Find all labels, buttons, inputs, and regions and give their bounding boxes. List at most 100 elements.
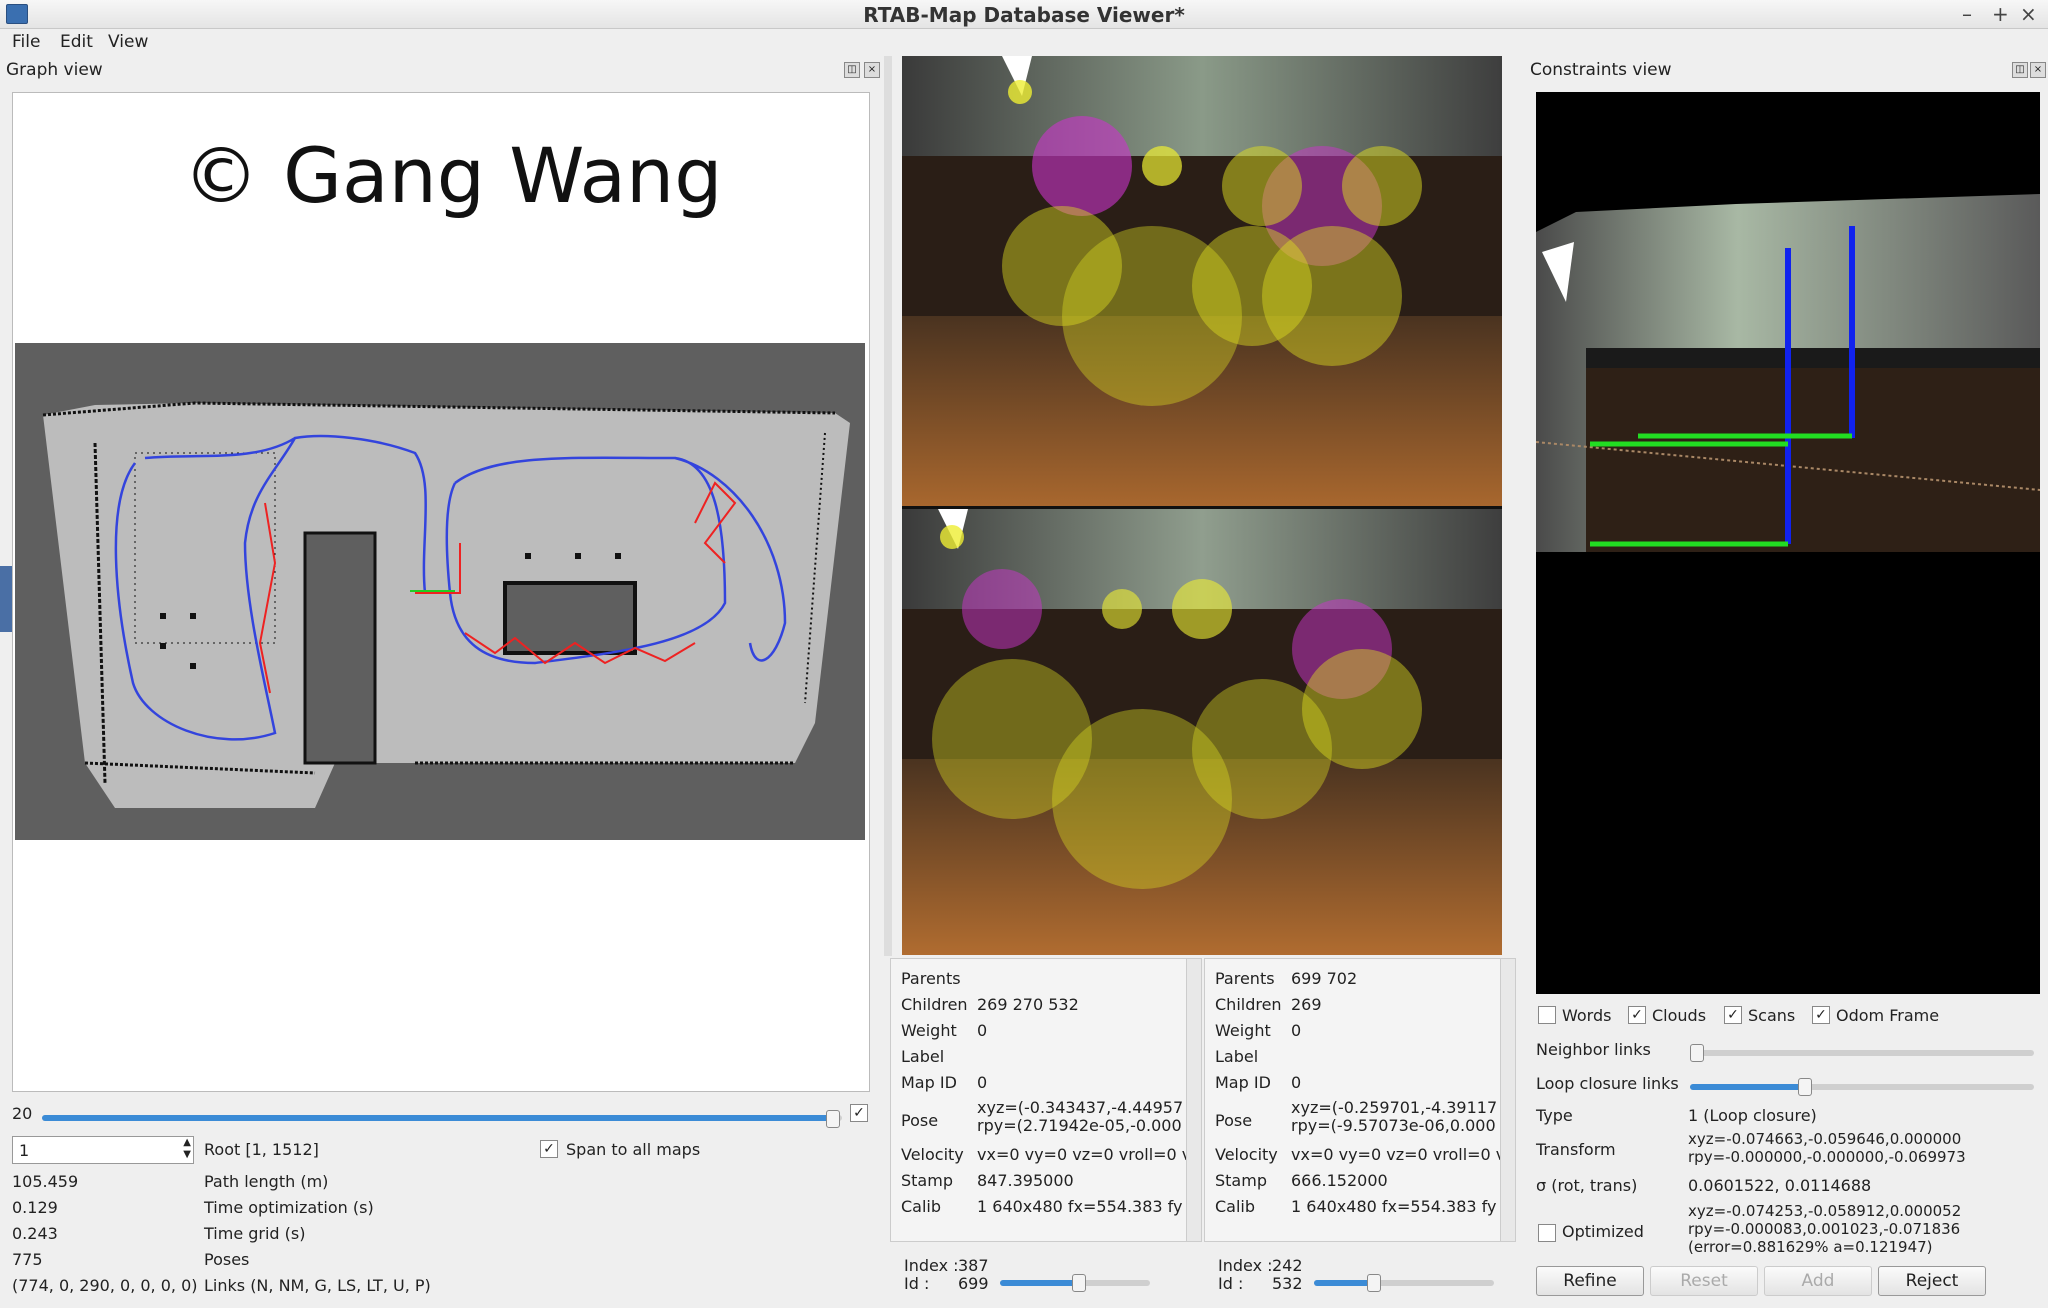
info-value: xyz=(-0.259701,-4.39117 rpy=(-9.57073e-0… [1291,1098,1498,1135]
stat-value: 0.129 [12,1198,58,1217]
scrollbar[interactable] [1500,959,1515,1241]
root-spinbox[interactable]: 1 ▲ ▼ [12,1136,194,1164]
image-view-top[interactable] [902,56,1502,506]
optimized-checkbox[interactable] [1538,1224,1556,1242]
neighbor-links-slider-handle[interactable] [1690,1044,1704,1062]
info-key: Map ID [1215,1073,1271,1092]
watermark: © Gang Wang [183,131,723,220]
refine-button[interactable]: Refine [1536,1266,1644,1296]
info-value: vx=0 vy=0 vz=0 vroll=0 v [1291,1145,1506,1164]
minimize-icon[interactable]: – [1962,2,1972,26]
stat-value: 105.459 [12,1172,79,1191]
stat-value: 775 [12,1250,43,1269]
root-label: Root [1, 1512] [204,1140,319,1159]
reset-button[interactable]: Reset [1650,1266,1758,1296]
clouds-checkbox[interactable]: ✓ [1628,1006,1646,1024]
left-index-label: Index : [904,1256,959,1275]
close-dock-icon[interactable]: × [864,62,880,78]
info-key: Parents [1215,969,1275,988]
info-key: Stamp [1215,1171,1267,1190]
graph-canvas[interactable]: © Gang Wang [12,92,870,1092]
info-value: 0 [977,1021,988,1040]
stat-label: Path length (m) [204,1172,329,1191]
neighbor-links-slider[interactable] [1690,1050,2034,1056]
left-index-slider-handle[interactable] [1072,1274,1086,1292]
spin-arrows-icon[interactable]: ▲ ▼ [183,1137,191,1161]
right-index-slider-fill [1314,1280,1374,1286]
graph-slider-checkbox[interactable]: ✓ [850,1104,868,1122]
stat-value: (774, 0, 290, 0, 0, 0, 0) [12,1276,198,1295]
graph-slider-handle[interactable] [826,1110,840,1128]
span-label: Span to all maps [566,1140,701,1159]
info-key: Map ID [901,1073,957,1092]
reject-button[interactable]: Reject [1878,1266,1986,1296]
info-key: Parents [901,969,961,988]
scrollbar[interactable] [1186,959,1201,1241]
close-icon[interactable]: × [2020,2,2037,26]
right-index-slider-handle[interactable] [1367,1274,1382,1292]
clouds-label: Clouds [1652,1006,1707,1025]
type-value: 1 (Loop closure) [1688,1106,1817,1125]
add-button[interactable]: Add [1764,1266,1872,1296]
type-label: Type [1536,1106,1573,1125]
graph-slider-value: 20 [12,1104,33,1123]
left-index-value: 387 [958,1256,989,1275]
image-view-bottom[interactable] [902,509,1502,955]
left-id-value: 699 [958,1274,989,1293]
left-node-info: Parents Children 269 270 532 Weight 0 La… [890,958,1202,1242]
splitter [884,56,892,956]
sigma-label: σ (rot, trans) [1536,1176,1638,1195]
info-key: Calib [1215,1197,1256,1216]
loop-closure-links-label: Loop closure links [1536,1074,1679,1093]
info-value: 269 [1291,995,1322,1014]
menu-edit[interactable]: Edit [60,32,93,52]
words-label: Words [1562,1006,1612,1025]
info-key: Pose [1215,1111,1253,1130]
menu-view[interactable]: View [108,32,148,52]
info-key: Weight [1215,1021,1271,1040]
info-key: Velocity [901,1145,964,1164]
menu-bar: File Edit View [0,28,2048,56]
scans-label: Scans [1748,1006,1796,1025]
words-checkbox[interactable] [1538,1006,1556,1024]
scans-checkbox[interactable]: ✓ [1724,1006,1742,1024]
span-checkbox[interactable]: ✓ [540,1140,558,1158]
stat-label: Links (N, NM, G, LS, LT, U, P) [204,1276,431,1295]
float-icon[interactable]: ◫ [844,62,860,78]
info-value: 1 640x480 fx=554.383 fy [977,1197,1183,1216]
stat-value: 0.243 [12,1224,58,1243]
odom-frame-checkbox[interactable]: ✓ [1812,1006,1830,1024]
graph-slider-fill [42,1115,832,1121]
graph-view-title: Graph view [6,60,103,80]
right-id-value: 532 [1272,1274,1303,1293]
info-value: 847.395000 [977,1171,1074,1190]
right-id-label: Id : [1218,1274,1244,1293]
left-index-slider-fill [1000,1280,1078,1286]
neighbor-links-label: Neighbor links [1536,1040,1651,1059]
stat-label: Time optimization (s) [204,1198,374,1217]
info-key: Children [901,995,968,1014]
right-node-info: Parents 699 702 Children 269 Weight 0 La… [1204,958,1516,1242]
info-key: Calib [901,1197,942,1216]
left-id-label: Id : [904,1274,930,1293]
occupancy-map[interactable] [15,343,865,840]
info-key: Pose [901,1111,939,1130]
loop-closure-slider-handle[interactable] [1798,1078,1812,1096]
odom-frame-label: Odom Frame [1836,1006,1940,1025]
window-title: RTAB-Map Database Viewer* [863,3,1185,27]
menu-file[interactable]: File [12,32,40,52]
close-dock-icon[interactable]: × [2030,62,2046,78]
info-key: Label [1215,1047,1259,1066]
info-key: Stamp [901,1171,953,1190]
info-key: Weight [901,1021,957,1040]
float-icon[interactable]: ◫ [2012,62,2028,78]
maximize-icon[interactable]: + [1992,2,2009,26]
info-key: Velocity [1215,1145,1278,1164]
root-input-value[interactable]: 1 [19,1141,29,1160]
info-value: 0 [977,1073,988,1092]
constraints-3d-view[interactable] [1536,92,2040,994]
sigma-value: 0.0601522, 0.0114688 [1688,1176,1872,1195]
transform-value: xyz=-0.074663,-0.059646,0.000000 rpy=-0.… [1688,1130,1966,1166]
info-value: 0 [1291,1073,1302,1092]
title-bar: RTAB-Map Database Viewer* – + × [0,0,2048,29]
